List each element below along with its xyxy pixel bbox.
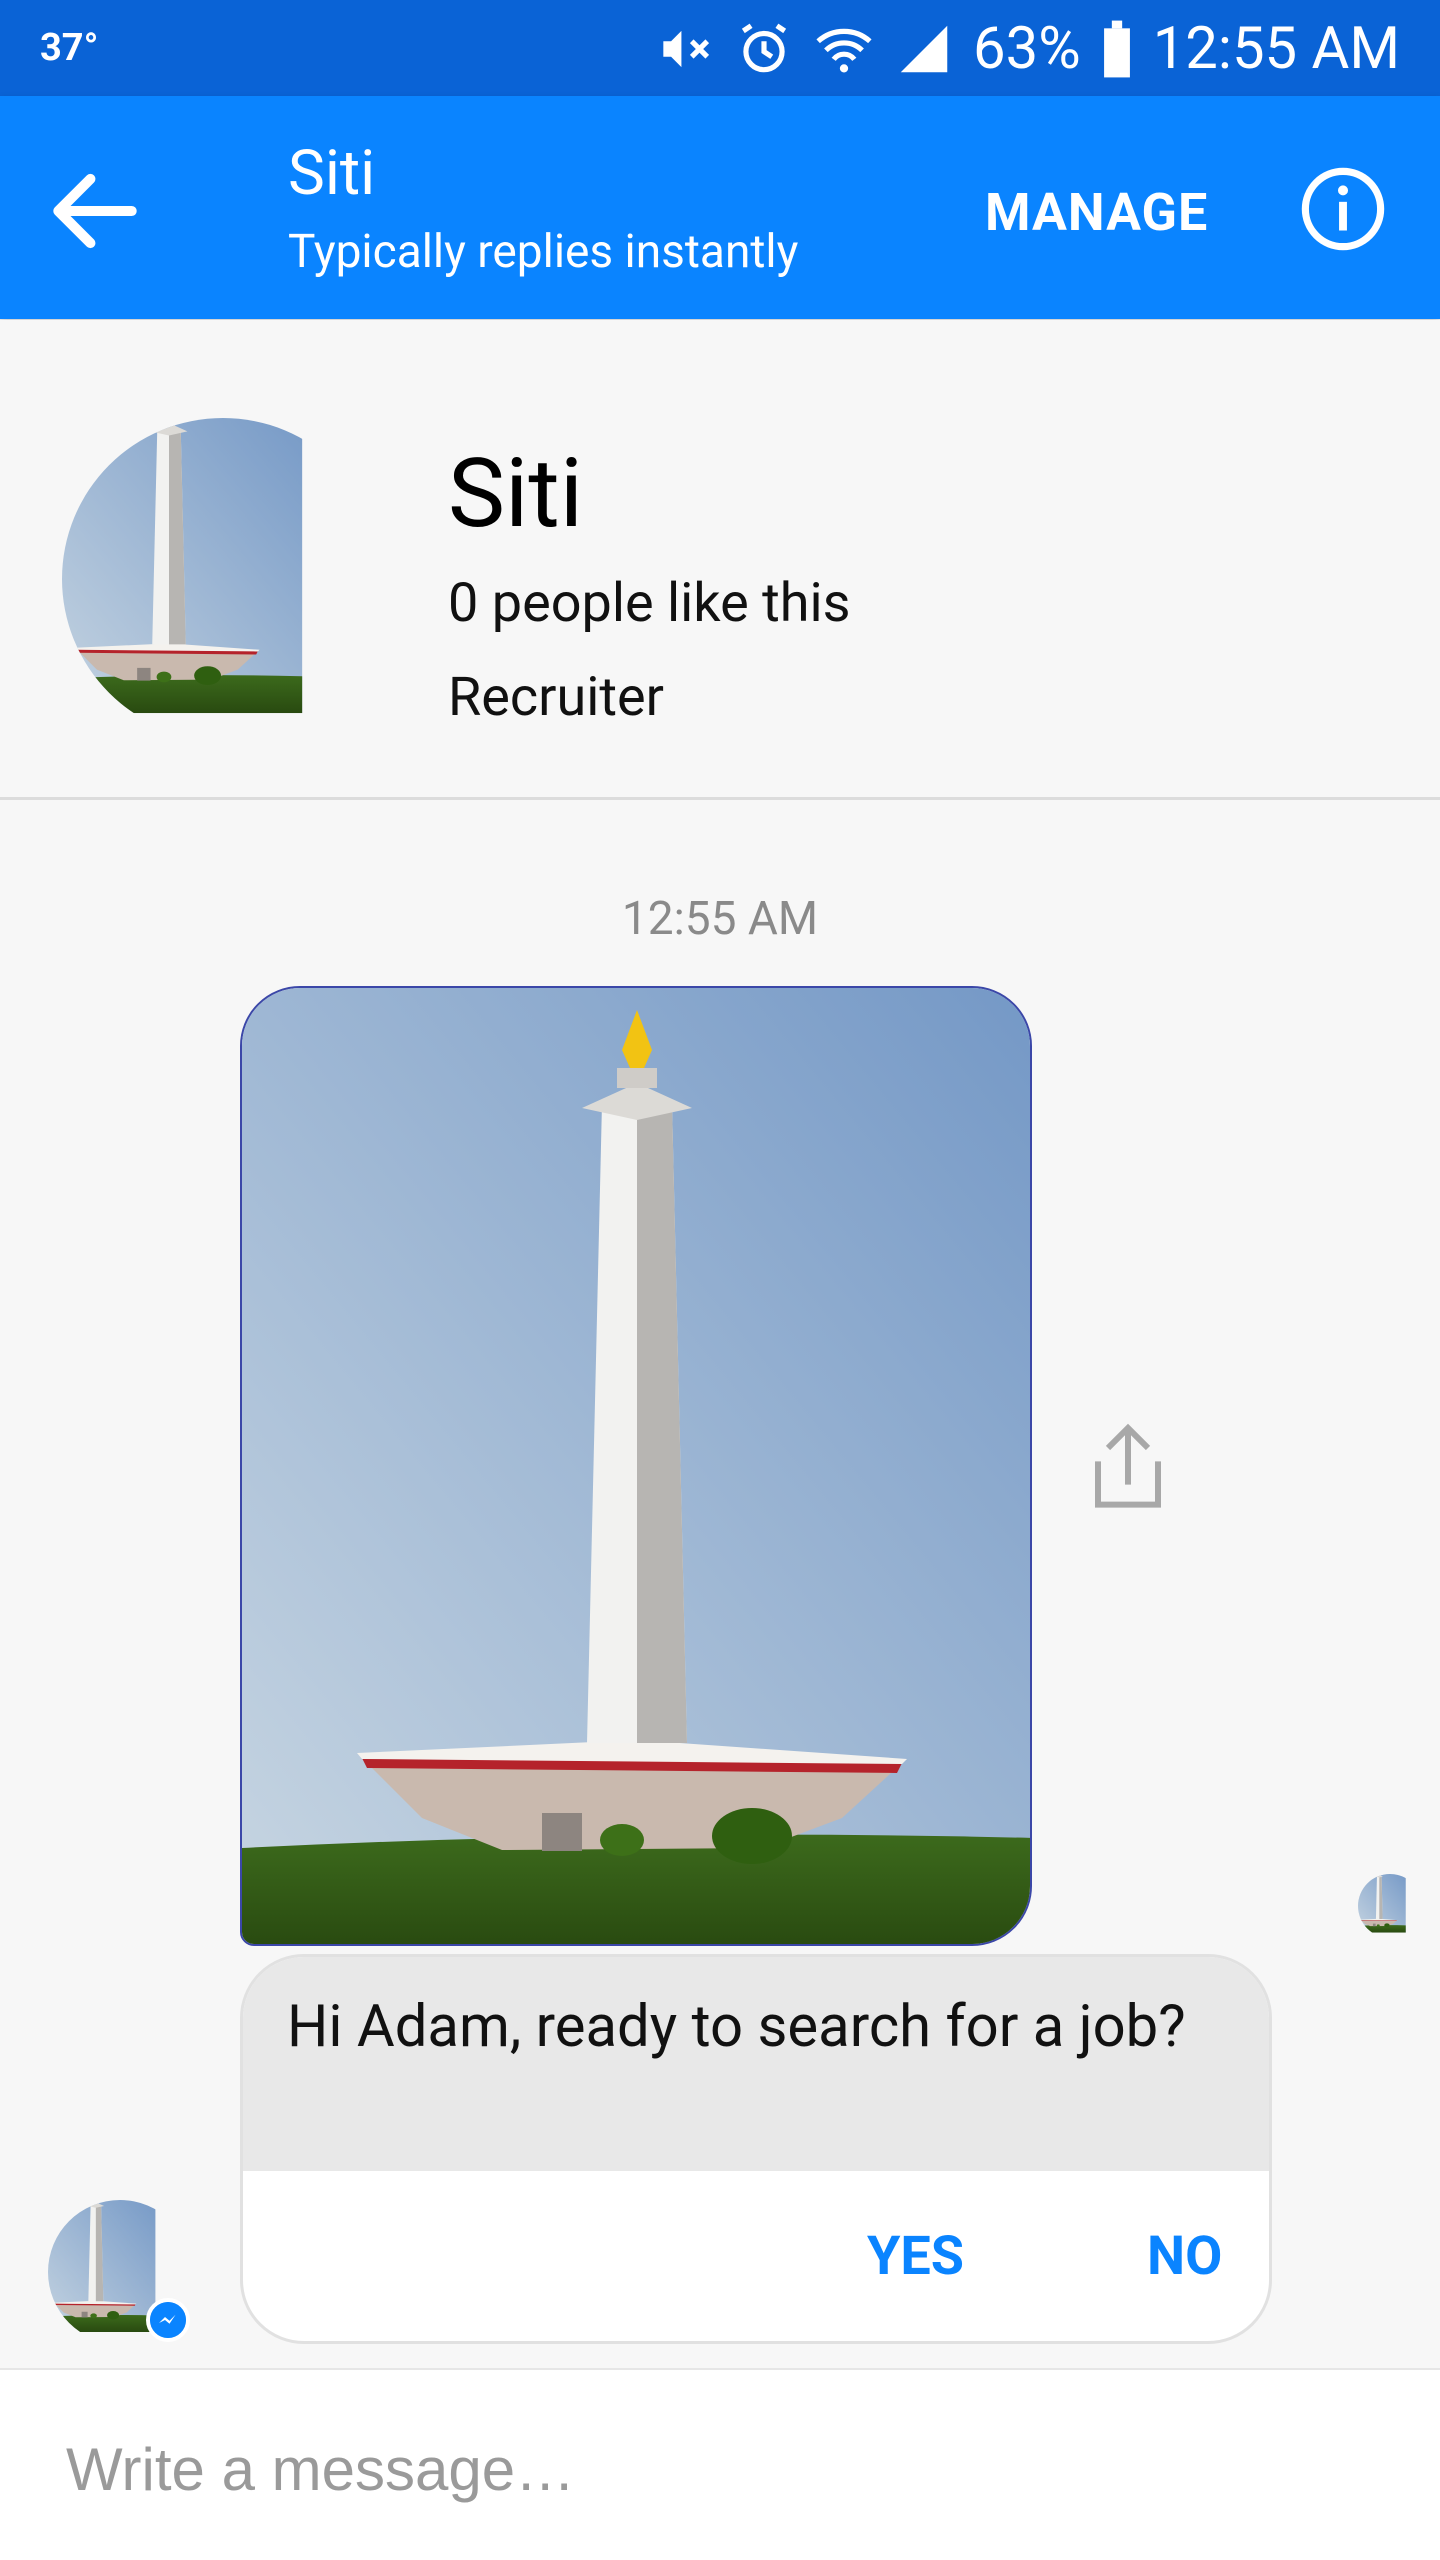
conversation-subtitle: Typically replies instantly	[288, 225, 799, 279]
image-message[interactable]	[240, 986, 1032, 1946]
message-timestamp: 12:55 AM	[621, 892, 819, 946]
app-bar: Siti Typically replies instantly MANAGE	[0, 96, 1440, 319]
status-icons: 63% 12:55 AM	[653, 14, 1400, 84]
info-icon[interactable]	[1300, 166, 1386, 252]
back-arrow-icon[interactable]	[40, 156, 150, 266]
profile-likes: 0 people like this	[448, 572, 851, 635]
mute-icon	[663, 30, 710, 68]
conversation-title-block[interactable]: Siti Typically replies instantly	[288, 138, 798, 282]
status-temperature: 37°	[40, 26, 99, 70]
profile-name: Siti	[448, 438, 584, 550]
wifi-icon	[816, 28, 872, 73]
composer-bar	[0, 2368, 1440, 2560]
reply-no-button[interactable]: NO	[1147, 2225, 1222, 2288]
battery-icon	[1103, 20, 1130, 78]
card-message-text: Hi Adam, ready to search for a job?	[243, 1957, 1269, 2171]
quick-reply-card: Hi Adam, ready to search for a job? YES …	[240, 1954, 1272, 2344]
share-icon[interactable]	[1088, 1420, 1168, 1516]
alarm-icon	[741, 23, 787, 73]
read-receipt-avatar	[1358, 1874, 1422, 1938]
profile-header: Siti 0 people like this Recruiter	[0, 320, 1440, 800]
profile-role: Recruiter	[448, 666, 664, 729]
signal-icon	[900, 25, 948, 73]
conversation-title: Siti	[288, 137, 376, 210]
profile-avatar[interactable]	[62, 418, 384, 740]
status-bar: 37° 63% 12:55 AM	[0, 0, 1440, 96]
status-time: 12:55 AM	[1152, 15, 1400, 83]
battery-percentage: 63%	[973, 15, 1081, 83]
message-input[interactable]	[64, 2424, 1364, 2514]
manage-button[interactable]: MANAGE	[985, 182, 1208, 243]
messenger-badge-icon	[146, 2298, 190, 2342]
reply-yes-button[interactable]: YES	[867, 2225, 964, 2288]
